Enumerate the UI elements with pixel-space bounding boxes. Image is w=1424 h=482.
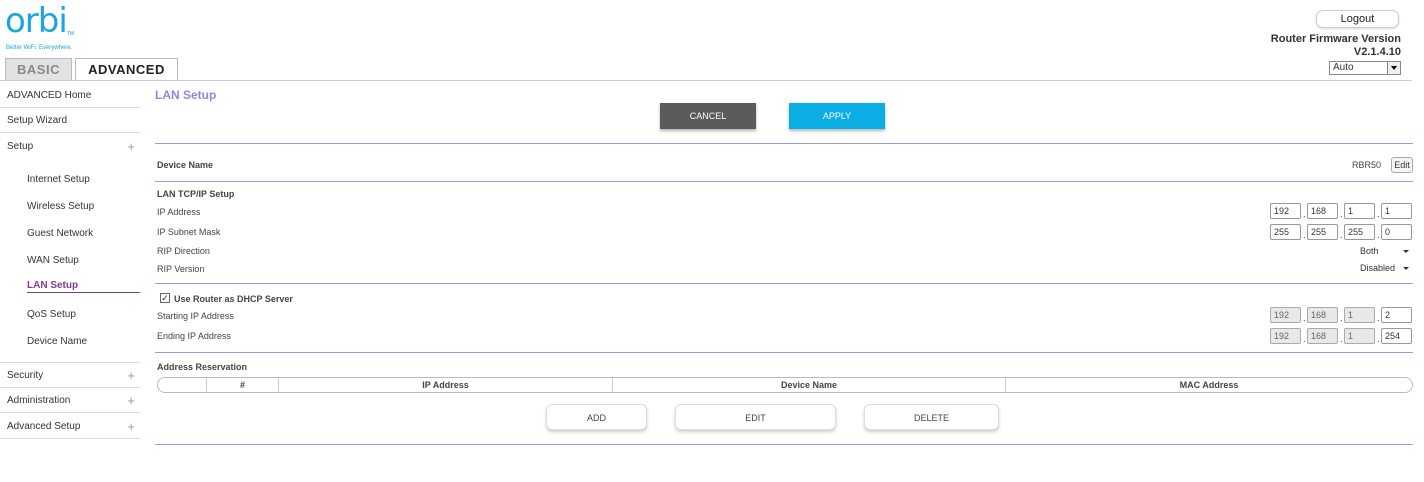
header-divider [0,80,1412,81]
subnet-octet-4[interactable]: 0 [1381,224,1412,240]
start-ip-octet-1: 192 [1270,307,1301,323]
edit-device-name-button[interactable]: Edit [1391,157,1413,173]
ip-address-octet-2[interactable]: 168 [1307,203,1338,219]
logo-tagline: Better WiFi. Everywhere. [6,45,73,51]
start-ip-octet-4[interactable]: 2 [1381,307,1412,323]
cancel-button[interactable]: CANCEL [660,103,756,129]
chevron-down-icon [1403,250,1409,253]
logout-button[interactable]: Logout [1316,10,1399,28]
ip-address-octet-1[interactable]: 192 [1270,203,1301,219]
sidebar-item-label: ADVANCED Home [7,90,92,101]
rip-version-value: Disabled [1360,263,1396,273]
language-select-value: Auto [1333,62,1354,73]
expand-plus-icon[interactable]: + [127,414,135,439]
section-divider [155,444,1413,445]
reservation-table-header: # IP Address Device Name MAC Address [157,377,1413,393]
subnet-mask-label: IP Subnet Mask [157,227,221,237]
column-header-mac-address: MAC Address [1179,380,1239,390]
lan-tcpip-section-title: LAN TCP/IP Setup [157,189,235,199]
section-divider [155,181,1413,182]
start-ip-octet-2: 168 [1307,307,1338,323]
sidebar-subitem-internet-setup[interactable]: Internet Setup [27,174,90,185]
ip-dot: . [1377,209,1380,219]
sidebar-item-administration[interactable]: Administration + [0,388,140,413]
dhcp-server-checkbox[interactable]: ✓ [160,293,170,303]
sidebar-item-label: Setup [7,141,34,152]
section-divider [155,283,1413,284]
sidebar-subitem-guest-network[interactable]: Guest Network [27,228,93,239]
chevron-down-icon [1403,267,1409,270]
end-ip-octet-2: 168 [1307,328,1338,344]
end-ip-octet-4[interactable]: 254 [1381,328,1412,344]
sidebar-item-setup-wizard[interactable]: Setup Wizard [0,108,140,133]
page-title: LAN Setup [155,88,217,102]
ip-address-octet-4[interactable]: 1 [1381,203,1412,219]
subnet-octet-2[interactable]: 255 [1307,224,1338,240]
column-header-number: # [207,378,279,392]
section-divider [155,143,1413,144]
sidebar-subitem-lan-setup[interactable]: LAN Setup [27,280,140,293]
ip-dot: . [1377,334,1380,344]
language-select[interactable]: Auto [1329,61,1401,75]
sidebar-item-advanced-home[interactable]: ADVANCED Home [0,83,140,108]
device-name-value: RBR50 [1352,160,1382,170]
edit-button[interactable]: EDIT [675,404,836,430]
rip-direction-value: Both [1360,246,1379,256]
sidebar-item-advanced-setup[interactable]: Advanced Setup + [0,414,140,439]
logo-trademark: TM [67,31,75,37]
sidebar-item-label: Security [7,370,44,381]
expand-plus-icon[interactable]: + [127,134,135,159]
delete-button[interactable]: DELETE [864,404,999,430]
ip-address-label: IP Address [157,207,201,217]
address-reservation-title: Address Reservation [157,362,248,372]
tab-advanced[interactable]: ADVANCED [75,58,178,81]
ip-dot: . [1303,209,1306,219]
rip-direction-select[interactable]: Both [1357,244,1413,258]
sidebar-item-security[interactable]: Security + [0,363,140,388]
starting-ip-label: Starting IP Address [157,311,234,321]
column-header-ip-address: IP Address [279,378,613,392]
expand-plus-icon[interactable]: + [127,363,135,388]
sidebar-item-label: Administration [7,395,71,406]
ending-ip-label: Ending IP Address [157,331,231,341]
subnet-octet-3[interactable]: 255 [1344,224,1375,240]
ip-dot: . [1377,230,1380,240]
column-header-select [158,378,207,392]
firmware-label: Router Firmware Version [1270,33,1401,45]
sidebar-subitem-wan-setup[interactable]: WAN Setup [27,255,79,266]
dhcp-server-label: Use Router as DHCP Server [174,294,293,304]
section-divider [155,352,1413,353]
end-ip-octet-3: 1 [1344,328,1375,344]
sidebar-item-setup[interactable]: Setup + [0,134,140,159]
orbi-logo: orbi [5,1,68,41]
sidebar-subitem-device-name[interactable]: Device Name [27,336,87,347]
end-ip-octet-1: 192 [1270,328,1301,344]
rip-version-select[interactable]: Disabled [1357,261,1413,275]
subnet-octet-1[interactable]: 255 [1270,224,1301,240]
ip-dot: . [1340,209,1343,219]
add-button[interactable]: ADD [546,404,647,430]
sidebar-subitem-qos-setup[interactable]: QoS Setup [27,309,76,320]
device-name-label: Device Name [157,160,214,170]
ip-dot: . [1303,230,1306,240]
firmware-version: V2.1.4.10 [1353,46,1401,58]
ip-dot: . [1340,334,1343,344]
rip-direction-label: RIP Direction [157,246,210,256]
column-header-device-name: Device Name [613,378,1006,392]
sidebar-item-label: Advanced Setup [7,421,81,432]
rip-version-label: RIP Version [157,264,205,274]
expand-plus-icon[interactable]: + [127,388,135,413]
chevron-down-icon [1387,62,1400,74]
ip-dot: . [1303,313,1306,323]
ip-dot: . [1377,313,1380,323]
apply-button[interactable]: APPLY [789,103,885,129]
ip-dot: . [1303,334,1306,344]
ip-address-octet-3[interactable]: 1 [1344,203,1375,219]
tab-basic[interactable]: BASIC [5,58,72,80]
sidebar-subitem-wireless-setup[interactable]: Wireless Setup [27,201,94,212]
start-ip-octet-3: 1 [1344,307,1375,323]
ip-dot: . [1340,230,1343,240]
sidebar-item-label: Setup Wizard [7,115,68,126]
ip-dot: . [1340,313,1343,323]
